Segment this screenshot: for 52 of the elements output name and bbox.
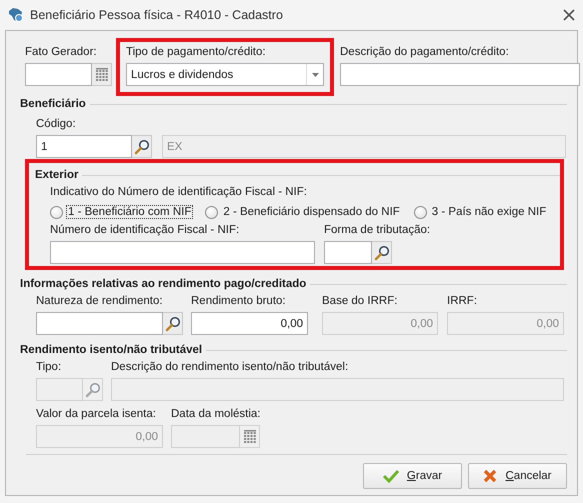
field-label: Rendimento bruto:: [191, 295, 287, 309]
section-title: Informações relativas ao rendimento pago/creditado: [20, 278, 306, 290]
search-icon: [134, 138, 150, 154]
cancel-button[interactable]: Cancelar: [468, 463, 567, 489]
radio-label[interactable]: 1 - Beneficiário com NIF: [66, 205, 194, 219]
field-label: Código:: [36, 118, 77, 132]
date-field[interactable]: [25, 63, 92, 86]
radio-button[interactable]: [205, 206, 218, 218]
calendar-icon: [242, 430, 256, 444]
section-title: Rendimento isento/não tributável: [20, 344, 202, 356]
number-field[interactable]: 0,00: [191, 312, 308, 335]
save-button[interactable]: Gravar: [363, 463, 462, 489]
lookup-field[interactable]: [36, 312, 163, 335]
field-label: Descrição do pagamento/crédito:: [340, 46, 510, 60]
field-label: Fato Gerador:: [25, 46, 98, 60]
radio-label[interactable]: 3 - País não exige NIF: [430, 205, 548, 219]
text-field[interactable]: [50, 241, 315, 264]
field-label: Indicativo do Número de identificação Fiscal - NIF:: [50, 186, 307, 198]
section-title: Beneficiário: [20, 98, 86, 110]
lookup-field[interactable]: 1: [36, 135, 132, 158]
lookup-field[interactable]: [324, 241, 372, 264]
field-label: Natureza de rendimento:: [36, 295, 164, 309]
search-icon: [374, 244, 390, 260]
field-label: Data da moléstia:: [171, 408, 260, 422]
search-button[interactable]: [372, 241, 392, 264]
search-icon: [84, 382, 100, 398]
checkmark-icon: [382, 469, 399, 483]
close-icon: [483, 469, 498, 483]
close-icon[interactable]: [563, 9, 575, 21]
field-label: Número de identificação Fiscal - NIF:: [50, 224, 240, 238]
field-label: IRRF:: [447, 295, 478, 309]
field-label: Forma de tributação:: [324, 224, 430, 238]
caret-icon: [312, 72, 318, 76]
section-title: Exterior: [35, 169, 78, 181]
search-button[interactable]: [163, 312, 183, 335]
search-icon: [164, 316, 180, 332]
field-label: Base do IRRF:: [322, 295, 398, 309]
text-field[interactable]: [340, 63, 580, 86]
radio-button[interactable]: [50, 206, 63, 218]
field-label: Descrição do rendimento isento/não tributável:: [111, 361, 350, 375]
calendar-icon: [94, 68, 108, 82]
window-title: Beneficiário Pessoa física - R4010 - Cadastro: [30, 8, 284, 22]
radio-button[interactable]: [414, 206, 427, 218]
field-label: Tipo:: [36, 361, 62, 375]
field-label: Valor da parcela isenta:: [36, 408, 157, 422]
calendar-button[interactable]: [240, 425, 260, 448]
radio-label[interactable]: 2 - Beneficiário dispensado do NIF: [221, 205, 402, 219]
search-button[interactable]: [132, 135, 152, 158]
app-icon: [8, 7, 24, 23]
calendar-button[interactable]: [92, 63, 112, 86]
field-label: Tipo de pagamento/crédito:: [126, 46, 267, 60]
dropdown[interactable]: Lucros e dividendos: [126, 63, 324, 86]
